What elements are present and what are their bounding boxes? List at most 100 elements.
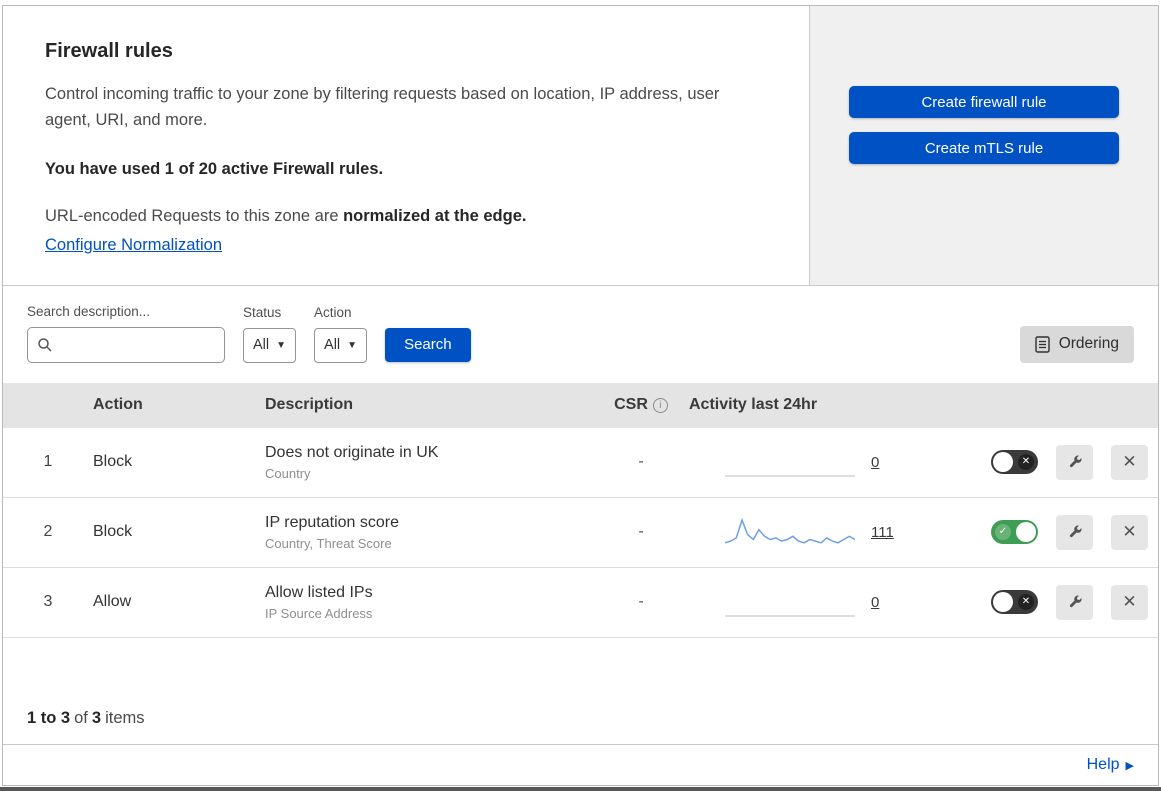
- create-firewall-rule-button[interactable]: Create firewall rule: [849, 86, 1119, 119]
- rule-filter-fields: Country: [265, 465, 311, 481]
- search-input[interactable]: [27, 326, 225, 363]
- normalization-prefix: URL-encoded Requests to this zone are: [45, 206, 344, 225]
- delete-rule-button[interactable]: ✕: [1111, 444, 1148, 480]
- rule-filter-fields: Country, Threat Score: [265, 535, 392, 551]
- usage-summary: You have used 1 of 20 active Firewall ru…: [45, 159, 384, 178]
- table-row: 1 Block Does not originate in UK Country…: [3, 427, 1161, 498]
- help-link-label: Help: [1086, 756, 1120, 773]
- rule-controls: ✕ ✕: [991, 444, 1161, 480]
- enable-toggle[interactable]: ✓: [991, 520, 1038, 545]
- bottom-edge-strip: [0, 787, 1161, 791]
- rule-description-cell: Does not originate in UK Country: [265, 444, 593, 481]
- pagination-total: 3: [91, 709, 102, 727]
- toggle-state-icon: ✓: [995, 524, 1011, 541]
- csr-header-label: CSR: [614, 396, 648, 414]
- action-label: Action: [314, 304, 352, 320]
- col-header-activity: Activity last 24hr: [689, 396, 818, 414]
- ordering-button[interactable]: Ordering: [1019, 325, 1134, 363]
- toggle-knob: [993, 592, 1013, 613]
- help-bar: Help ▶: [3, 744, 1158, 785]
- toggle-knob: [993, 452, 1013, 473]
- delete-rule-button[interactable]: ✕: [1111, 514, 1148, 550]
- toggle-knob: [1016, 522, 1036, 543]
- activity-count-link[interactable]: 0: [871, 594, 879, 611]
- table-row: 3 Allow Allow listed IPs IP Source Addre…: [3, 567, 1161, 638]
- edit-rule-button[interactable]: [1056, 514, 1093, 550]
- rule-description: IP reputation score: [265, 513, 400, 531]
- status-dropdown-value: All: [253, 337, 270, 354]
- filter-bar: Search description... Status All ▼ Actio…: [3, 286, 1158, 383]
- wrench-icon: [1069, 595, 1082, 608]
- toggle-state-icon: ✕: [1018, 594, 1034, 611]
- ordering-list-icon: [1034, 336, 1050, 353]
- wrench-icon: [1069, 525, 1082, 538]
- close-icon: ✕: [1122, 452, 1137, 472]
- rule-priority: 3: [43, 593, 53, 611]
- status-dropdown[interactable]: All ▼: [243, 327, 297, 363]
- pagination-of: of: [74, 709, 88, 727]
- rule-action: Block: [93, 453, 133, 471]
- rule-csr: -: [638, 593, 644, 611]
- rule-description-cell: Allow listed IPs IP Source Address: [265, 584, 593, 621]
- rule-activity-cell: 111: [689, 514, 991, 550]
- table-row: 2 Block IP reputation score Country, Thr…: [3, 497, 1161, 568]
- rule-action: Allow: [93, 593, 132, 611]
- pagination-range: 1 to 3: [27, 709, 71, 727]
- help-link[interactable]: Help ▶: [1087, 756, 1134, 773]
- normalization-bold: normalized at the edge.: [343, 206, 527, 225]
- search-field-wrap: [27, 326, 225, 363]
- close-icon: ✕: [1122, 522, 1137, 542]
- rule-controls: ✓ ✕: [991, 514, 1161, 550]
- activity-sparkline: [725, 518, 855, 544]
- header-content: Firewall rules Control incoming traffic …: [3, 6, 810, 285]
- rule-priority: 1: [43, 453, 53, 471]
- arrow-right-icon: ▶: [1125, 760, 1134, 772]
- rule-csr: -: [638, 523, 644, 541]
- rule-action: Block: [93, 523, 133, 541]
- wrench-icon: [1069, 455, 1082, 468]
- configure-normalization-link[interactable]: Configure Normalization: [45, 236, 222, 254]
- edit-rule-button[interactable]: [1056, 584, 1093, 620]
- rule-description-cell: IP reputation score Country, Threat Scor…: [265, 514, 593, 551]
- activity-count-link[interactable]: 0: [871, 454, 879, 471]
- firewall-rules-page: Firewall rules Control incoming traffic …: [2, 5, 1159, 786]
- create-mtls-rule-button[interactable]: Create mTLS rule: [849, 132, 1119, 165]
- info-icon[interactable]: i: [652, 398, 668, 414]
- activity-count-link[interactable]: 111: [871, 524, 894, 541]
- col-header-description: Description: [265, 396, 354, 414]
- edit-rule-button[interactable]: [1056, 444, 1093, 480]
- normalization-text: URL-encoded Requests to this zone are no…: [45, 207, 767, 226]
- header-actions-panel: Create firewall rule Create mTLS rule: [810, 6, 1158, 285]
- close-icon: ✕: [1122, 592, 1137, 612]
- page-description: Control incoming traffic to your zone by…: [45, 85, 720, 130]
- page-title: Firewall rules: [45, 40, 173, 62]
- col-header-csr: CSR i: [593, 396, 689, 414]
- chevron-down-icon: ▼: [347, 339, 358, 351]
- enable-toggle[interactable]: ✕: [991, 590, 1038, 615]
- search-label: Search description...: [27, 303, 151, 319]
- header-section: Firewall rules Control incoming traffic …: [3, 6, 1158, 286]
- activity-sparkline: [725, 475, 855, 478]
- col-header-action: Action: [93, 396, 143, 414]
- rule-controls: ✕ ✕: [991, 584, 1161, 620]
- action-dropdown-value: All: [324, 337, 341, 354]
- delete-rule-button[interactable]: ✕: [1111, 584, 1148, 620]
- search-button[interactable]: Search: [385, 327, 471, 362]
- status-label: Status: [243, 304, 282, 320]
- chevron-down-icon: ▼: [276, 339, 287, 351]
- rule-priority: 2: [43, 523, 53, 541]
- pagination-items: items: [105, 709, 145, 727]
- enable-toggle[interactable]: ✕: [991, 450, 1038, 475]
- rule-activity-cell: 0: [689, 584, 991, 620]
- rule-filter-fields: IP Source Address: [265, 605, 373, 621]
- rule-csr: -: [638, 453, 644, 471]
- activity-sparkline: [725, 615, 855, 618]
- toggle-state-icon: ✕: [1018, 454, 1034, 471]
- table-header: Action Description CSR i Activity last 24…: [3, 382, 1158, 428]
- pagination-summary: 1 to 3 of 3 items: [3, 638, 1158, 744]
- rule-activity-cell: 0: [689, 444, 991, 480]
- action-dropdown[interactable]: All ▼: [314, 327, 368, 363]
- search-icon: [38, 338, 52, 352]
- rule-description: Does not originate in UK: [265, 443, 439, 461]
- ordering-button-label: Ordering: [1058, 335, 1119, 353]
